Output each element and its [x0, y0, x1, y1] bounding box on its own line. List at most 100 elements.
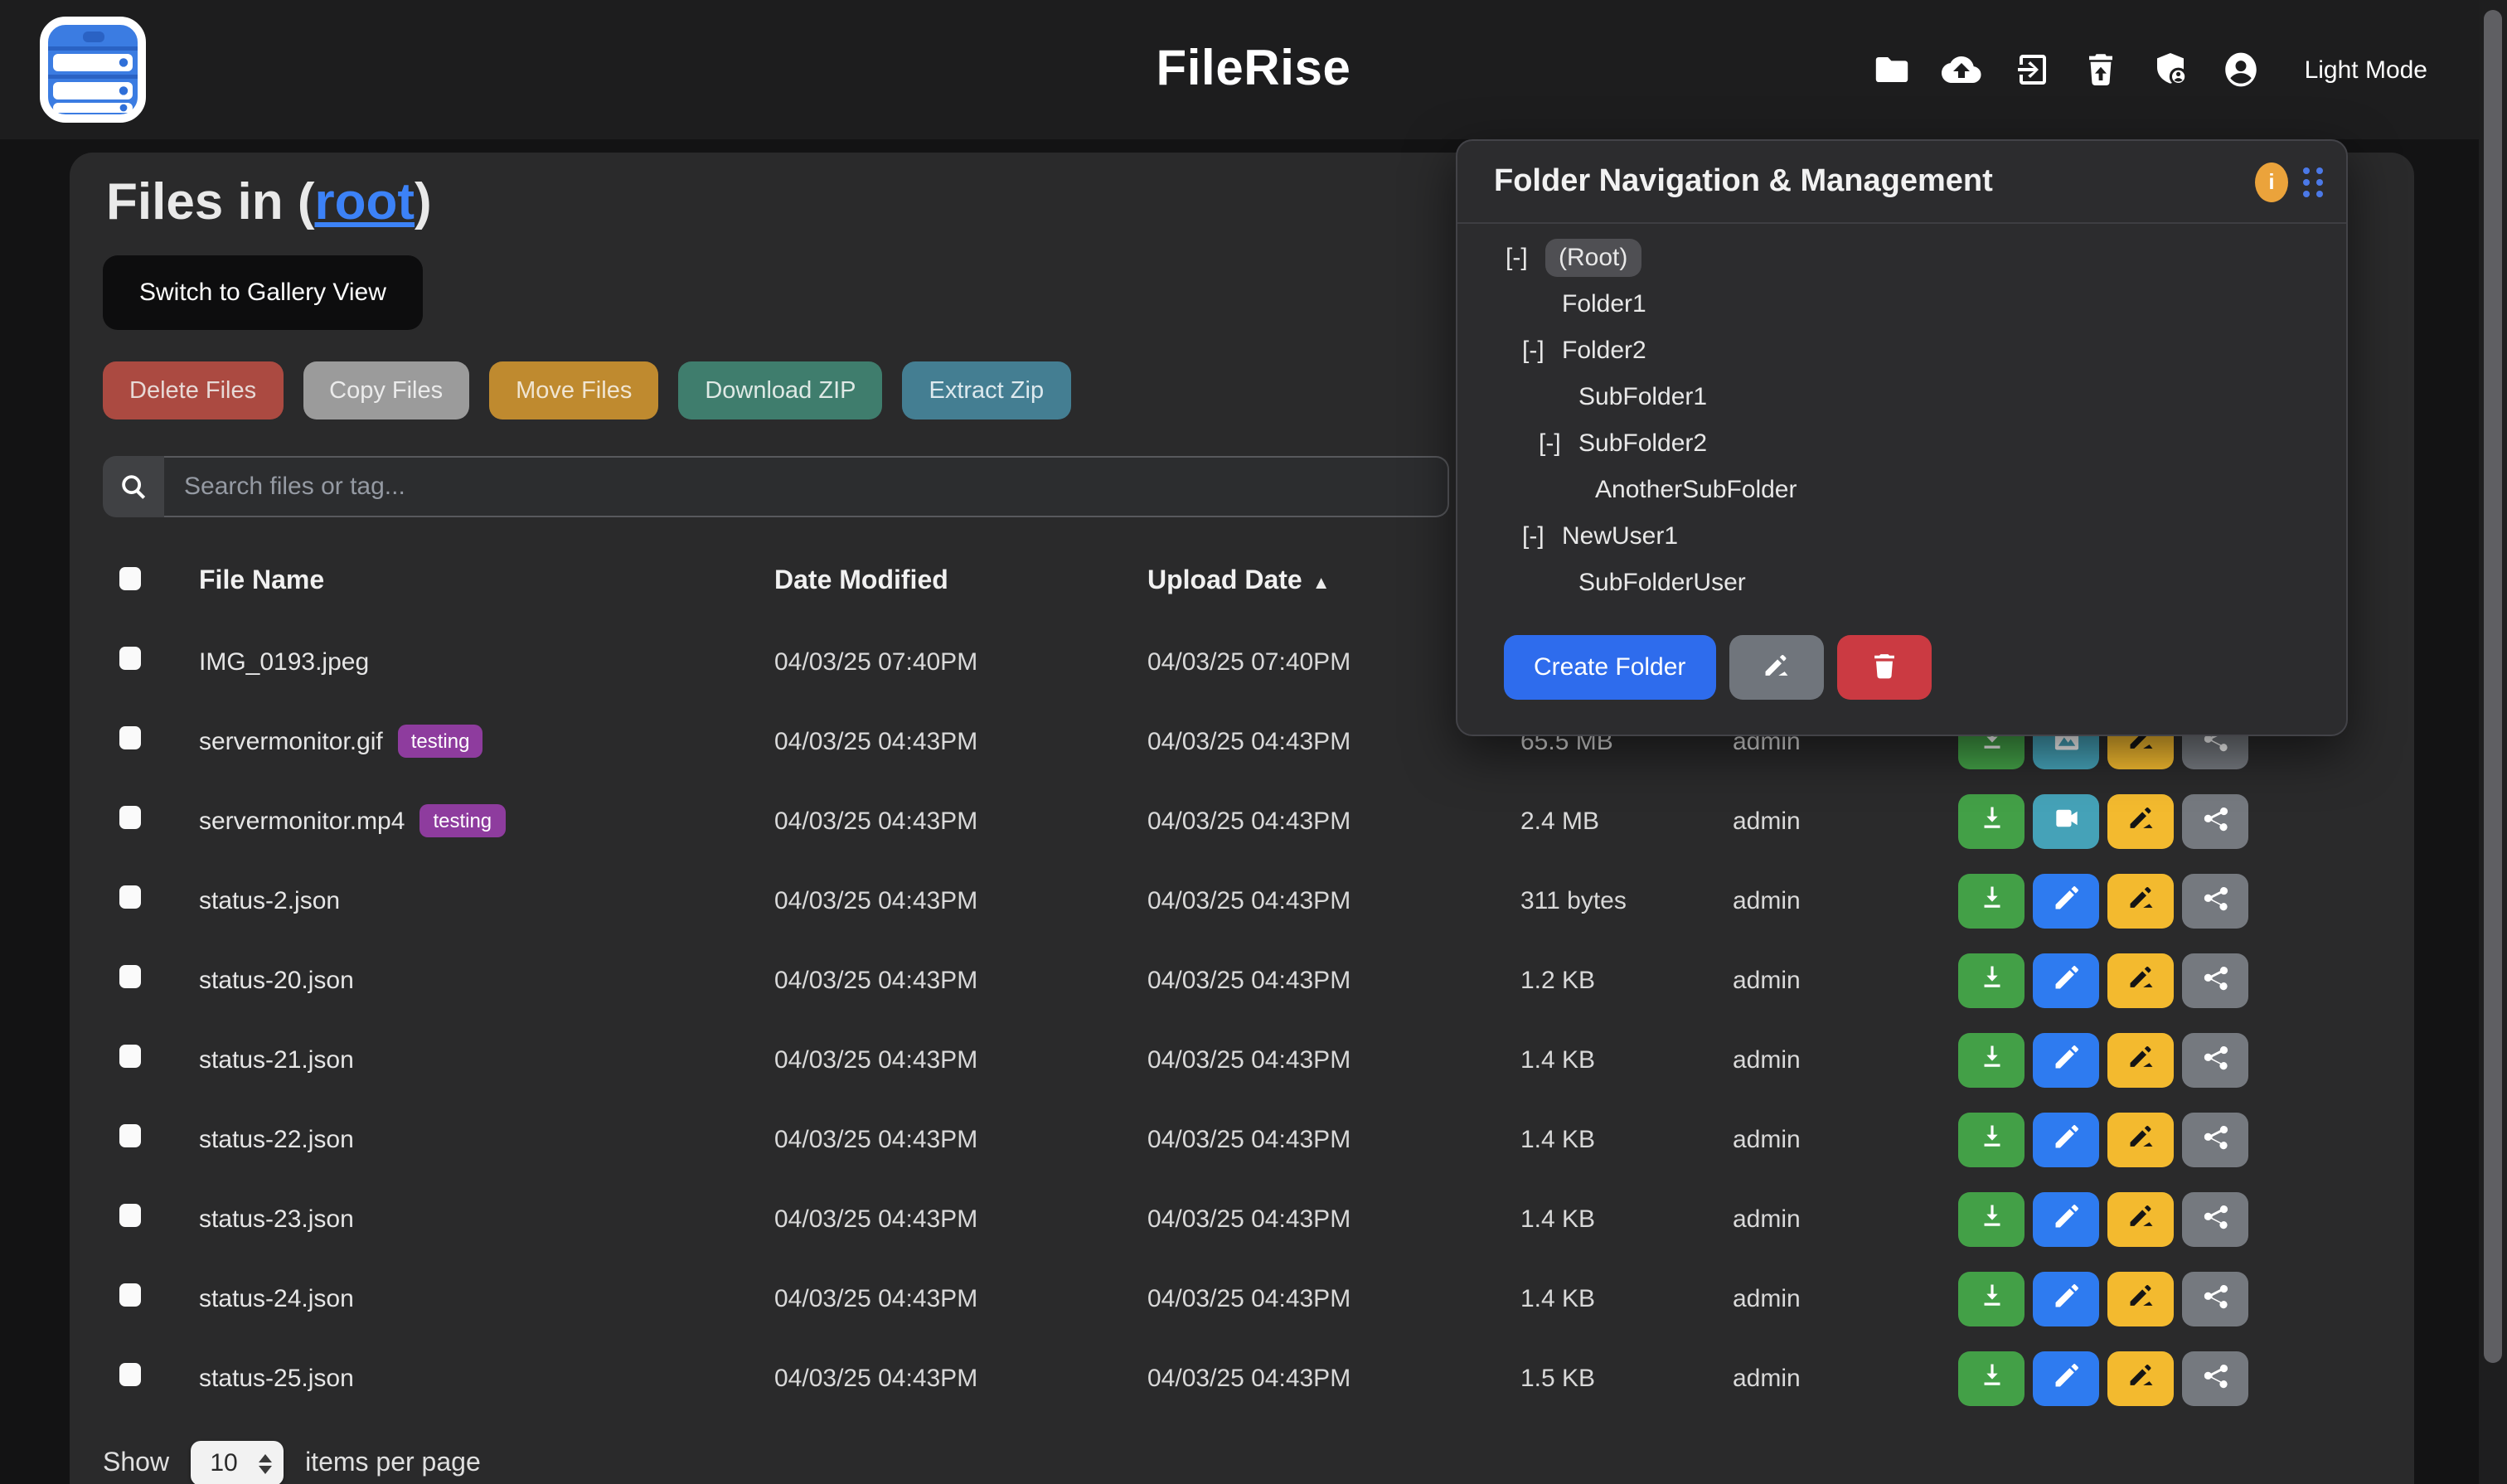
header-date-modified[interactable]: Date Modified — [774, 567, 1147, 597]
share-file-button[interactable] — [2182, 1112, 2248, 1166]
trash-restore-icon[interactable] — [2081, 50, 2121, 90]
tree-collapse-toggle[interactable]: [-] — [1539, 429, 1578, 457]
date-modified: 04/03/25 04:43PM — [774, 886, 1147, 914]
share-file-button[interactable] — [2182, 1032, 2248, 1087]
row-checkbox[interactable] — [119, 885, 141, 909]
edit-file-button[interactable] — [2033, 1271, 2099, 1326]
file-name[interactable]: status-22.json — [199, 1125, 354, 1153]
file-name[interactable]: IMG_0193.jpeg — [199, 647, 369, 676]
folder-label[interactable]: Folder1 — [1562, 289, 1646, 318]
share-file-button[interactable] — [2182, 953, 2248, 1007]
download-button[interactable] — [1958, 873, 2025, 928]
download-zip-button[interactable]: Download ZIP — [678, 361, 882, 419]
row-checkbox[interactable] — [119, 1045, 141, 1068]
logout-icon[interactable] — [2011, 50, 2051, 90]
share-file-button[interactable] — [2182, 1351, 2248, 1405]
root-folder-link[interactable]: root — [315, 172, 415, 230]
upload-date: 04/03/25 04:43PM — [1147, 807, 1520, 835]
row-checkbox[interactable] — [119, 726, 141, 749]
folder-tree-item: [-]Folder2 — [1457, 327, 2346, 373]
preview-video-button[interactable] — [2033, 793, 2099, 848]
tree-collapse-toggle[interactable]: [-] — [1506, 243, 1545, 271]
move-files-button[interactable]: Move Files — [489, 361, 658, 419]
page-scrollbar[interactable] — [2479, 0, 2507, 1484]
edit-file-button[interactable] — [2033, 953, 2099, 1007]
file-name[interactable]: status-21.json — [199, 1045, 354, 1074]
row-checkbox[interactable] — [119, 1124, 141, 1147]
download-button[interactable] — [1958, 1191, 2025, 1246]
tree-collapse-toggle[interactable]: [-] — [1522, 521, 1562, 550]
folder-label[interactable]: Folder2 — [1562, 336, 1646, 364]
edit-file-button[interactable] — [2033, 1351, 2099, 1405]
share-file-button[interactable] — [2182, 793, 2248, 848]
row-checkbox[interactable] — [119, 1204, 141, 1227]
shield-user-icon[interactable] — [2151, 50, 2190, 90]
download-button[interactable] — [1958, 1032, 2025, 1087]
edit-file-button[interactable] — [2033, 1191, 2099, 1246]
rename-file-button[interactable] — [2107, 1351, 2174, 1405]
edit-file-button[interactable] — [2033, 1112, 2099, 1166]
download-button[interactable] — [1958, 1351, 2025, 1405]
download-button[interactable] — [1958, 793, 2025, 848]
file-name[interactable]: status-25.json — [199, 1364, 354, 1392]
rename-file-button[interactable] — [2107, 793, 2174, 848]
tree-collapse-toggle[interactable]: [-] — [1522, 336, 1562, 364]
light-mode-toggle[interactable]: Light Mode — [2305, 56, 2427, 84]
share-file-button[interactable] — [2182, 1271, 2248, 1326]
row-checkbox[interactable] — [119, 965, 141, 988]
share-file-button[interactable] — [2182, 873, 2248, 928]
copy-files-button[interactable]: Copy Files — [303, 361, 469, 419]
file-name[interactable]: status-20.json — [199, 966, 354, 994]
account-icon[interactable] — [2220, 46, 2262, 93]
download-button[interactable] — [1958, 1112, 2025, 1166]
folder-label[interactable]: (Root) — [1545, 238, 1641, 276]
folder-label[interactable]: NewUser1 — [1562, 521, 1678, 550]
edit-file-button[interactable] — [2033, 1032, 2099, 1087]
rename-file-button[interactable] — [2107, 873, 2174, 928]
folder-icon[interactable] — [1872, 50, 1912, 90]
download-icon — [1976, 1200, 2007, 1237]
rename-file-button[interactable] — [2107, 1032, 2174, 1087]
share-file-button[interactable] — [2182, 1191, 2248, 1246]
row-checkbox[interactable] — [119, 1283, 141, 1307]
date-modified: 04/03/25 04:43PM — [774, 1125, 1147, 1153]
items-per-page-label: items per page — [305, 1448, 481, 1478]
rename-file-button[interactable] — [2107, 953, 2174, 1007]
row-checkbox[interactable] — [119, 647, 141, 670]
download-button[interactable] — [1958, 953, 2025, 1007]
folder-panel-header: Folder Navigation & Management i — [1457, 141, 2346, 224]
cloud-upload-icon[interactable] — [1942, 50, 1981, 90]
row-checkbox[interactable] — [119, 1363, 141, 1386]
extract-zip-button[interactable]: Extract Zip — [903, 361, 1071, 419]
share-icon — [2199, 1360, 2231, 1396]
file-name[interactable]: servermonitor.mp4 — [199, 807, 405, 835]
create-folder-button[interactable]: Create Folder — [1504, 635, 1715, 700]
edit-file-button[interactable] — [2033, 873, 2099, 928]
search-input[interactable] — [164, 456, 1449, 517]
file-name[interactable]: status-2.json — [199, 886, 340, 914]
folder-label[interactable]: SubFolder2 — [1578, 429, 1707, 457]
delete-files-button[interactable]: Delete Files — [103, 361, 283, 419]
row-checkbox[interactable] — [119, 806, 141, 829]
file-name[interactable]: servermonitor.gif — [199, 727, 383, 755]
info-icon[interactable]: i — [2255, 162, 2288, 201]
delete-folder-button[interactable] — [1836, 635, 1931, 700]
folder-label[interactable]: SubFolder1 — [1578, 382, 1707, 410]
drag-handle-icon[interactable] — [2303, 167, 2323, 196]
rename-folder-button[interactable] — [1729, 635, 1823, 700]
download-icon — [1976, 1041, 2007, 1078]
folder-label[interactable]: SubFolderUser — [1578, 568, 1746, 596]
select-all-checkbox[interactable] — [119, 566, 141, 589]
folder-label[interactable]: AnotherSubFolder — [1595, 475, 1797, 503]
download-button[interactable] — [1958, 1271, 2025, 1326]
switch-gallery-view-button[interactable]: Switch to Gallery View — [103, 255, 423, 330]
rename-file-button[interactable] — [2107, 1271, 2174, 1326]
rename-file-button[interactable] — [2107, 1191, 2174, 1246]
items-per-page-select[interactable]: 10 — [191, 1441, 284, 1484]
edit-icon — [2050, 1200, 2082, 1237]
file-name[interactable]: status-23.json — [199, 1205, 354, 1233]
header-file-name[interactable]: File Name — [199, 567, 774, 597]
scrollbar-thumb[interactable] — [2484, 10, 2502, 1363]
rename-file-button[interactable] — [2107, 1112, 2174, 1166]
file-name[interactable]: status-24.json — [199, 1284, 354, 1312]
